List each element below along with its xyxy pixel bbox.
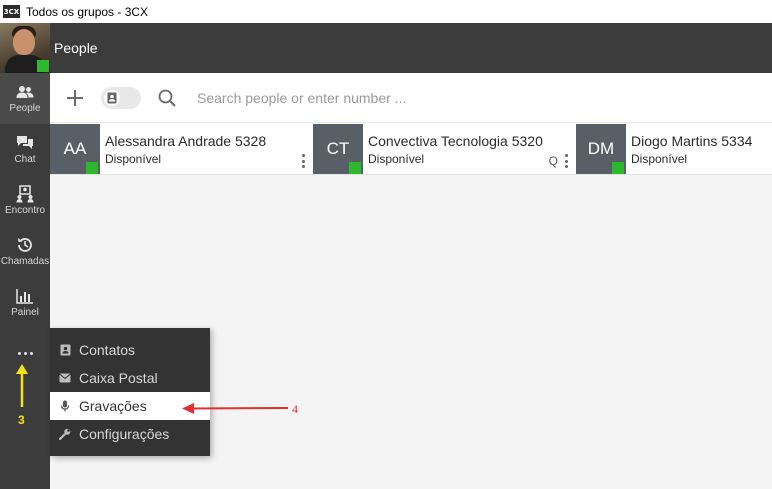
menu-item-configuracoes[interactable]: Configurações	[50, 420, 210, 448]
presence-indicator	[37, 60, 49, 72]
wrench-icon	[59, 428, 71, 440]
annotation-arrow-up	[16, 364, 28, 407]
chart-icon	[16, 287, 34, 305]
page-title: People	[54, 40, 98, 56]
annotation-step-4: 4	[292, 402, 298, 416]
menu-item-contatos[interactable]: Contatos	[50, 336, 210, 364]
contact-card-icon	[59, 344, 71, 356]
meeting-icon	[16, 185, 34, 203]
sidebar-item-encontro[interactable]: Encontro	[0, 175, 50, 226]
presence-indicator	[349, 162, 361, 174]
contacts-row: AA Alessandra Andrade 5328 Disponível CT…	[50, 123, 772, 175]
contact-card[interactable]: CT Convectiva Tecnologia 5320 Disponível…	[313, 123, 576, 174]
contact-status: Disponível	[368, 152, 425, 166]
envelope-icon	[59, 372, 71, 384]
contact-name: Alessandra Andrade 5328	[105, 133, 267, 149]
app-logo-icon: 3CX	[3, 5, 20, 18]
top-header: People	[50, 23, 772, 73]
more-menu: Contatos Caixa Postal Gravações Configur…	[50, 328, 210, 456]
sidebar-item-painel[interactable]: Painel	[0, 277, 50, 328]
people-icon	[16, 83, 34, 101]
more-options-icon[interactable]	[564, 154, 568, 168]
sidebar-item-label: Chamadas	[0, 256, 50, 267]
sidebar-item-label: People	[9, 103, 41, 114]
contact-filter-toggle[interactable]	[101, 86, 141, 109]
contact-card-icon	[104, 89, 120, 106]
sidebar: People Chat Encontro Chamadas Painel	[0, 23, 50, 489]
chat-icon	[16, 134, 34, 152]
presence-indicator	[612, 162, 624, 174]
app-window: 3CX Todos os grupos - 3CX People Chat En…	[0, 0, 772, 489]
avatar[interactable]	[0, 23, 50, 73]
sidebar-item-chamadas[interactable]: Chamadas	[0, 226, 50, 277]
history-icon	[16, 236, 34, 254]
add-contact-button[interactable]	[65, 88, 85, 108]
annotation-step-3: 3	[18, 413, 25, 427]
more-dots-icon[interactable]	[0, 341, 50, 365]
annotation-arrow-left	[182, 403, 289, 414]
contact-card[interactable]: DM Diogo Martins 5334 Disponível	[576, 123, 772, 174]
search-input[interactable]	[197, 82, 677, 113]
contact-status: Disponível	[105, 152, 162, 166]
menu-item-label: Gravações	[79, 398, 147, 414]
menu-item-label: Caixa Postal	[79, 370, 158, 386]
menu-item-label: Contatos	[79, 342, 136, 358]
contact-name: Convectiva Tecnologia 5320	[368, 133, 543, 149]
sidebar-item-label: Painel	[11, 307, 39, 318]
menu-item-caixa-postal[interactable]: Caixa Postal	[50, 364, 210, 392]
microphone-icon	[59, 400, 71, 412]
sidebar-item-chat[interactable]: Chat	[0, 124, 50, 175]
more-options-icon[interactable]	[301, 154, 305, 168]
search-icon[interactable]	[157, 88, 177, 108]
title-bar: 3CX Todos os grupos - 3CX	[0, 0, 772, 23]
queue-indicator: Q	[548, 154, 558, 168]
contact-name: Diogo Martins 5334	[631, 133, 753, 149]
window-title: Todos os grupos - 3CX	[26, 4, 149, 19]
contact-status: Disponível	[631, 152, 688, 166]
sidebar-item-label: Chat	[14, 154, 36, 165]
sidebar-item-people[interactable]: People	[0, 73, 50, 124]
sidebar-item-label: Encontro	[4, 205, 46, 216]
menu-item-label: Configurações	[79, 426, 170, 442]
contact-card[interactable]: AA Alessandra Andrade 5328 Disponível	[50, 123, 313, 174]
presence-indicator	[86, 162, 98, 174]
toolbar	[50, 73, 772, 123]
